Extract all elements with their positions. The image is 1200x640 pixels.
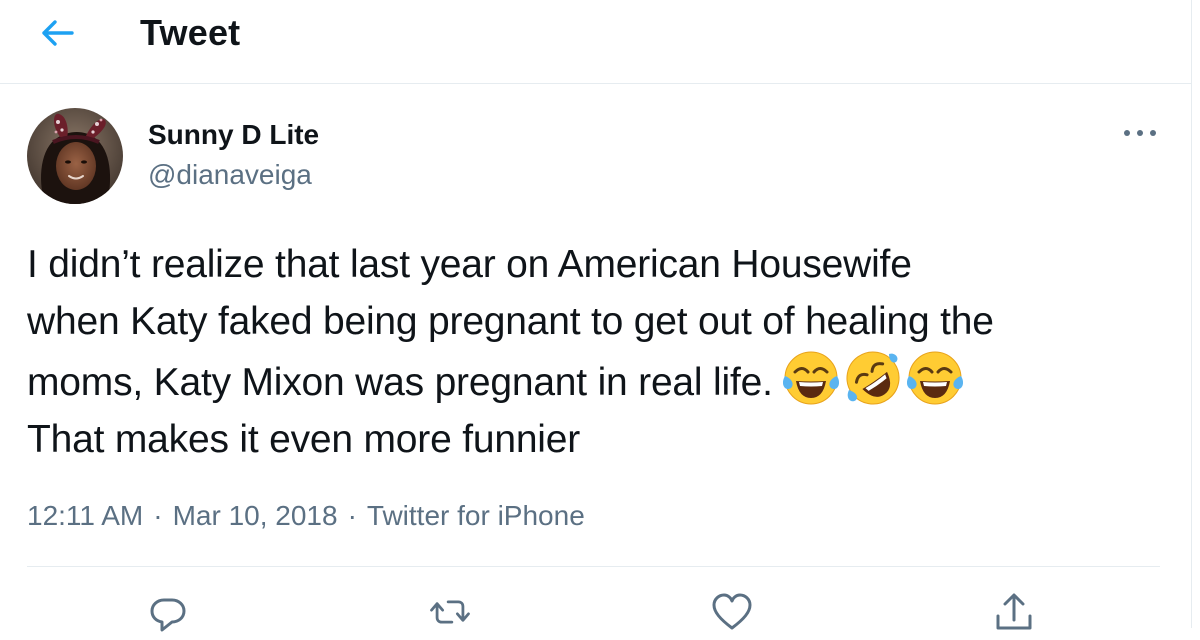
author-handle[interactable]: @dianaveiga bbox=[148, 158, 312, 192]
rolling-on-the-floor-laughing-icon bbox=[846, 351, 900, 405]
tweet-action-bar bbox=[0, 588, 1192, 638]
page-header: Tweet bbox=[0, 0, 1192, 84]
share-icon bbox=[996, 593, 1032, 630]
heart-icon bbox=[712, 593, 752, 630]
share-button[interactable] bbox=[990, 592, 1038, 640]
retweet-icon bbox=[430, 600, 470, 624]
more-dots-icon bbox=[1124, 130, 1156, 136]
reply-icon bbox=[150, 598, 186, 632]
arrow-left-icon bbox=[42, 20, 74, 46]
page-title: Tweet bbox=[140, 12, 241, 53]
tweet-metadata: 12:11 AM · Mar 10, 2018 · Twitter for iPhone bbox=[27, 498, 585, 534]
tweet-text-line: I didn’t realize that last year on Ameri… bbox=[27, 243, 912, 286]
retweet-button[interactable] bbox=[426, 592, 474, 640]
like-button[interactable] bbox=[708, 592, 756, 640]
author-display-name[interactable]: Sunny D Lite bbox=[148, 118, 319, 152]
face-with-tears-of-joy-icon bbox=[907, 351, 964, 405]
avatar[interactable] bbox=[27, 108, 123, 204]
back-button[interactable] bbox=[30, 12, 84, 54]
tweet-page: Tweet Sunny D Lite @dianaveiga I didn’t … bbox=[0, 0, 1192, 632]
tweet-time[interactable]: 12:11 AM bbox=[27, 500, 143, 531]
tweet-text-line: That makes it even more funnier bbox=[27, 417, 581, 461]
tweet-text-line: moms, Katy Mixon was pregnant in real li… bbox=[27, 361, 773, 404]
separator: · bbox=[153, 500, 163, 531]
tweet-text: I didn’t realize that last year on Ameri… bbox=[27, 237, 1167, 468]
more-options-button[interactable] bbox=[1118, 118, 1162, 148]
divider bbox=[27, 566, 1160, 567]
tweet-source[interactable]: Twitter for iPhone bbox=[367, 500, 585, 531]
face-with-tears-of-joy-icon bbox=[783, 351, 840, 405]
tweet-text-line: when Katy faked being pregnant to get ou… bbox=[27, 299, 994, 343]
separator: · bbox=[347, 500, 357, 531]
reply-button[interactable] bbox=[144, 592, 192, 640]
tweet-date[interactable]: Mar 10, 2018 bbox=[173, 500, 338, 531]
